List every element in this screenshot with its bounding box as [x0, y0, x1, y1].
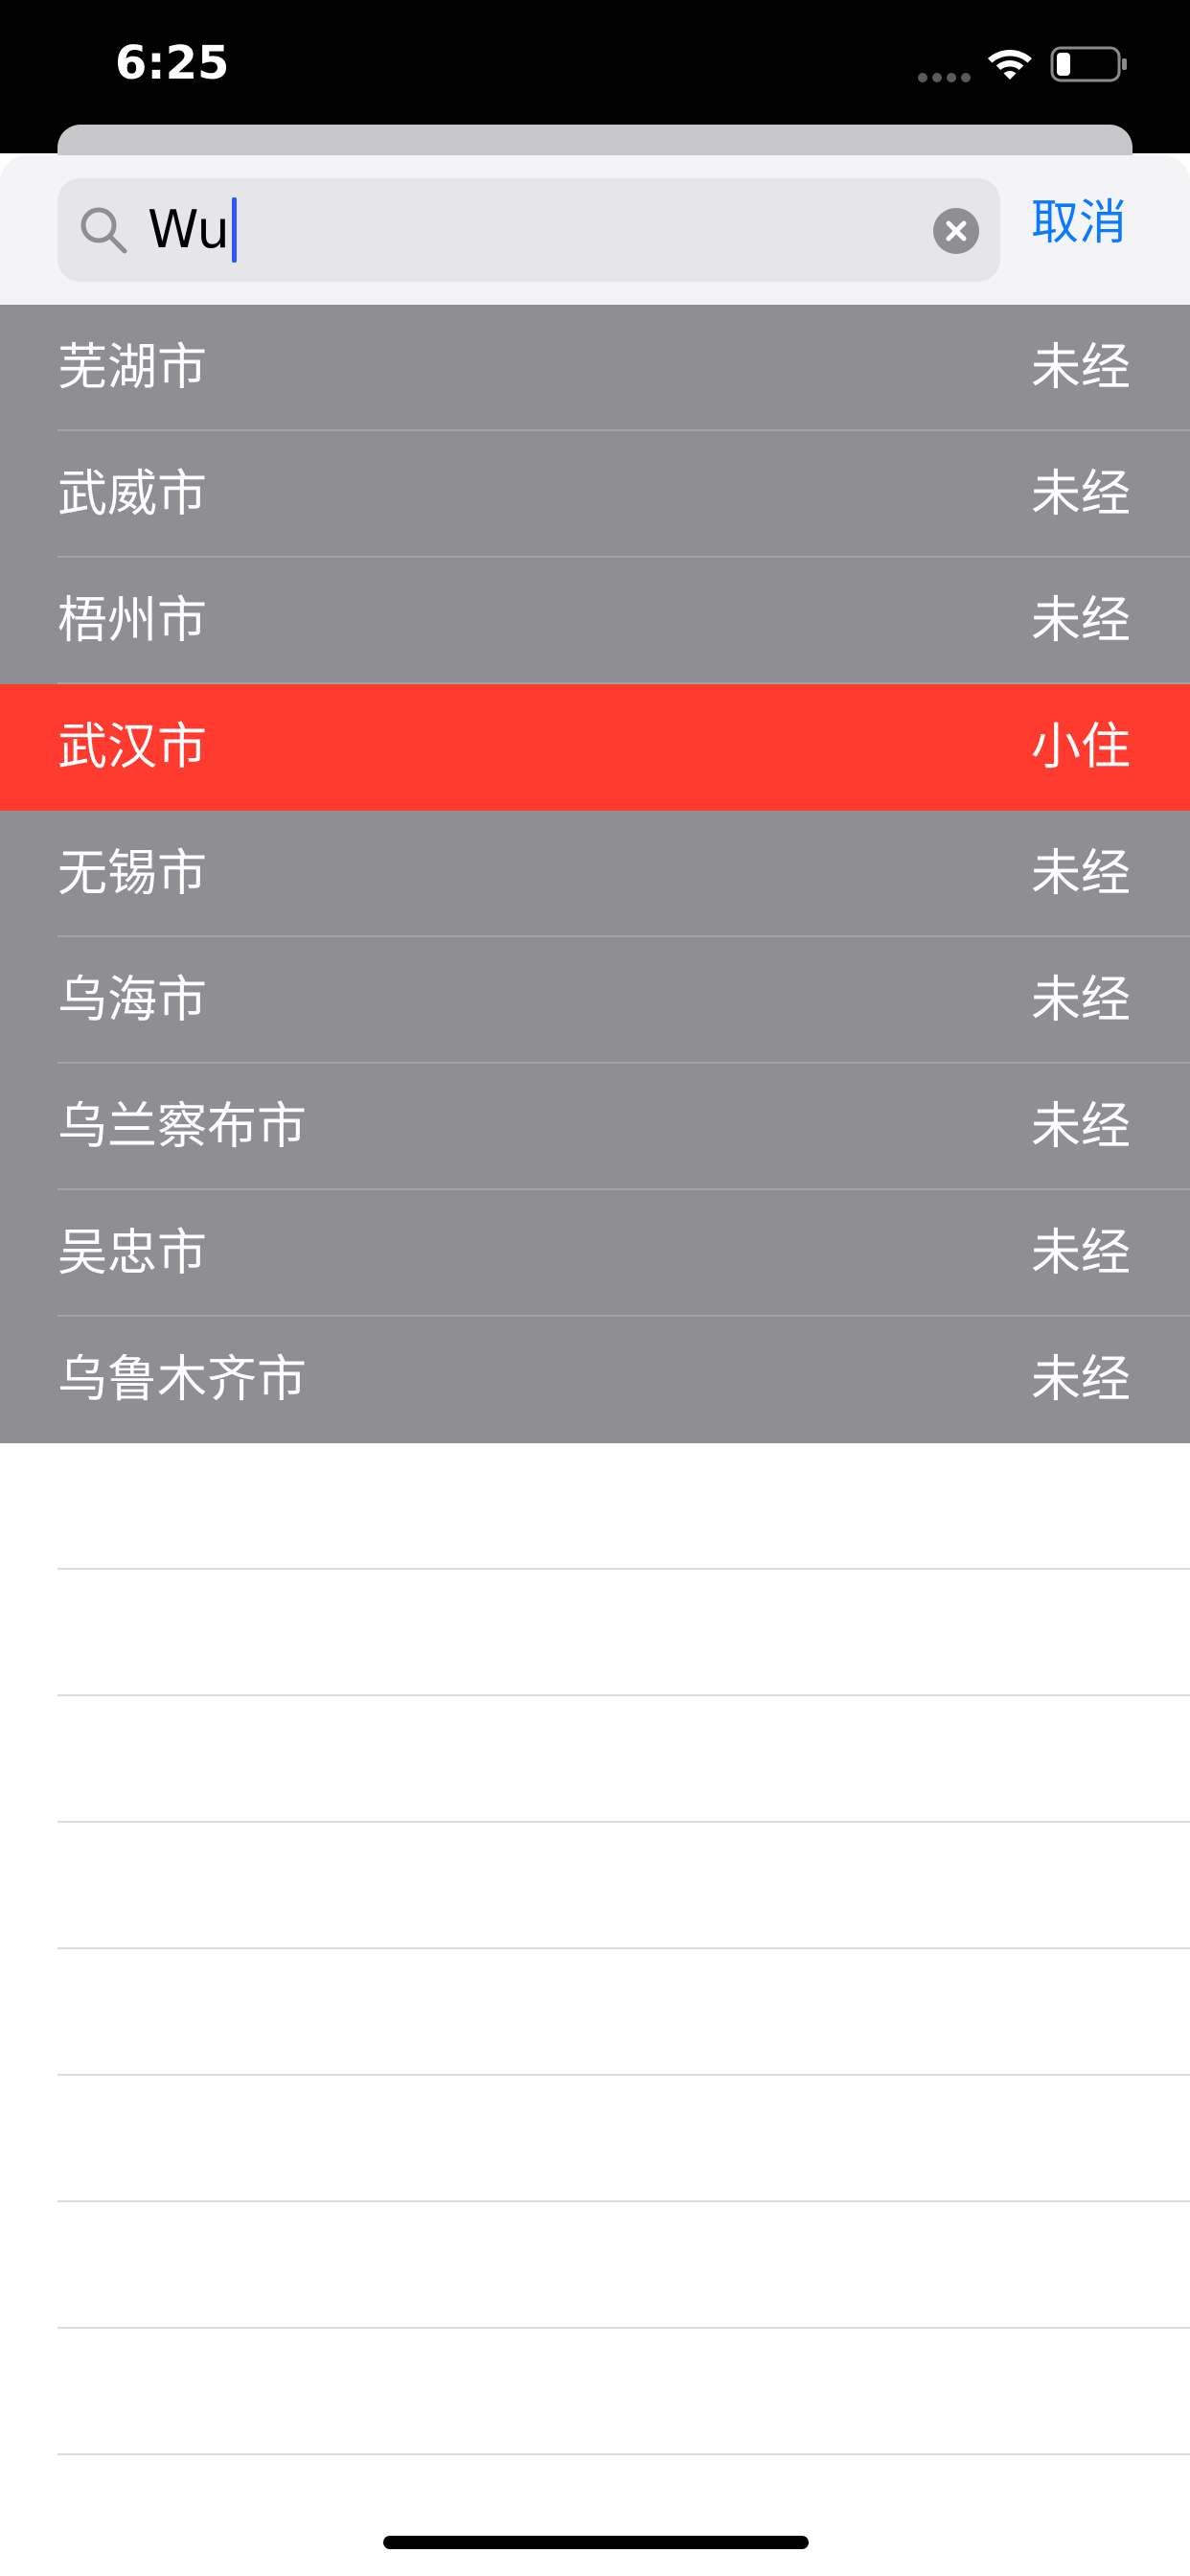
city-status: 未经 — [1030, 339, 1131, 397]
search-query-text[interactable]: Wu — [148, 201, 230, 259]
row-separator — [57, 2074, 1190, 2076]
battery-icon — [1050, 46, 1127, 82]
search-sheet: Wu 取消 芜湖市 未经 武威市 未经 梧州市 未经 武汉市 小住 无锡市 未经… — [0, 155, 1190, 2576]
row-separator — [57, 2453, 1190, 2455]
city-status: 未经 — [1030, 845, 1131, 903]
results-list: 芜湖市 未经 武威市 未经 梧州市 未经 武汉市 小住 无锡市 未经 乌海市 未… — [0, 305, 1190, 1443]
home-indicator[interactable] — [383, 2536, 809, 2549]
city-name: 吴忠市 — [57, 1225, 208, 1282]
search-header: Wu 取消 — [0, 155, 1190, 305]
city-status: 未经 — [1030, 1351, 1131, 1409]
clear-icon[interactable] — [933, 208, 979, 254]
cancel-button[interactable]: 取消 — [1031, 194, 1127, 251]
result-row-urumqi[interactable]: 乌鲁木齐市 未经 — [0, 1317, 1190, 1443]
city-name: 武汉市 — [57, 719, 208, 776]
row-separator — [57, 2200, 1190, 2202]
city-name: 武威市 — [57, 466, 208, 523]
city-name: 无锡市 — [57, 845, 208, 903]
result-row-wuhan-selected[interactable]: 武汉市 小住 — [0, 684, 1190, 811]
status-time: 6:25 — [115, 36, 230, 90]
row-separator — [57, 1947, 1190, 1949]
city-name: 梧州市 — [57, 592, 208, 650]
result-row-ulanqab[interactable]: 乌兰察布市 未经 — [0, 1064, 1190, 1190]
row-separator — [57, 1694, 1190, 1696]
result-row-wuhai[interactable]: 乌海市 未经 — [0, 937, 1190, 1064]
result-row-wuwei[interactable]: 武威市 未经 — [0, 431, 1190, 558]
row-separator — [57, 1568, 1190, 1570]
city-status: 未经 — [1030, 592, 1131, 650]
city-name: 芜湖市 — [57, 339, 208, 397]
city-status: 未经 — [1030, 1098, 1131, 1156]
row-separator — [57, 2327, 1190, 2329]
city-status: 未经 — [1030, 1225, 1131, 1282]
search-input[interactable]: Wu — [57, 178, 1000, 282]
city-status: 小住 — [1030, 719, 1131, 776]
cellular-signal-icon — [918, 73, 972, 82]
result-row-wuzhong[interactable]: 吴忠市 未经 — [0, 1190, 1190, 1317]
city-name: 乌海市 — [57, 972, 208, 1029]
result-row-wuzhou[interactable]: 梧州市 未经 — [0, 558, 1190, 684]
city-name: 乌鲁木齐市 — [57, 1351, 308, 1409]
city-status: 未经 — [1030, 466, 1131, 523]
result-row-wuhu[interactable]: 芜湖市 未经 — [0, 305, 1190, 431]
text-cursor — [232, 197, 237, 263]
city-name: 乌兰察布市 — [57, 1098, 308, 1156]
wifi-icon — [988, 50, 1032, 80]
city-status: 未经 — [1030, 972, 1131, 1029]
search-icon — [80, 207, 127, 254]
row-separator — [57, 1821, 1190, 1823]
result-row-wuxi[interactable]: 无锡市 未经 — [0, 811, 1190, 937]
